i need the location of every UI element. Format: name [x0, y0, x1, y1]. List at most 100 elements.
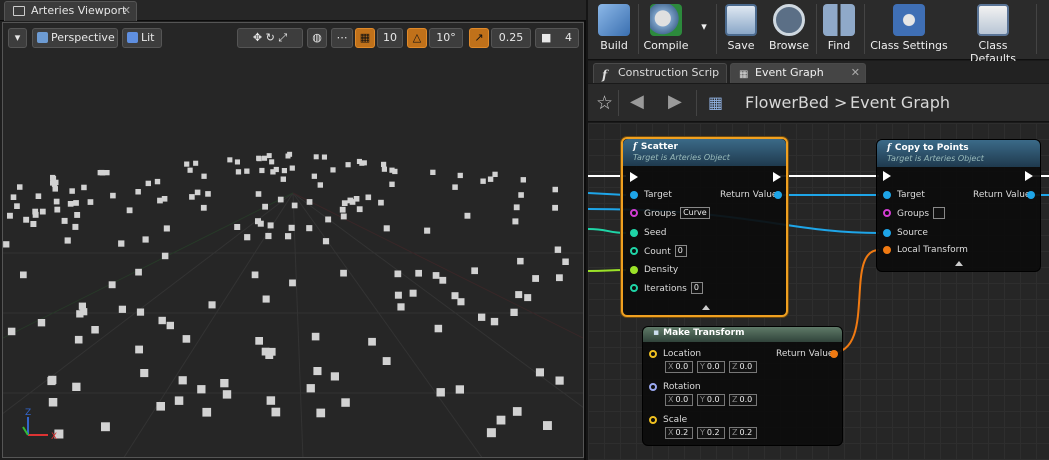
scatter-cube — [382, 357, 391, 365]
save-button[interactable]: Save — [722, 2, 760, 58]
viewport-canvas[interactable]: X Z ▾ Perspective Lit ✥ ↻ ⤢ ◍ ⋯ ▦ 10 △ 1… — [2, 22, 584, 458]
return-value-pin[interactable]: Return Value — [973, 189, 1035, 201]
groups-value-field[interactable]: Curve — [680, 207, 710, 219]
scale-y-field[interactable]: Y 0.2 — [697, 427, 725, 439]
scatter-cube — [554, 246, 562, 253]
event-graph-canvas[interactable]: f Scatter Target is Arteries Object Targe… — [588, 123, 1049, 460]
compile-label: Compile — [643, 39, 689, 52]
copy-to-points-node[interactable]: f Copy to Points Target is Arteries Objec… — [876, 139, 1041, 272]
close-icon[interactable]: ✕ — [851, 64, 860, 82]
browse-button[interactable]: Browse — [766, 2, 812, 58]
int-pin-ring — [630, 284, 638, 292]
breadcrumb-blueprint[interactable]: FlowerBed — [745, 93, 829, 112]
scatter-cube — [35, 193, 42, 199]
grid-snap-toggle[interactable]: ▦ — [355, 28, 375, 48]
seed-pin[interactable]: Seed — [630, 227, 667, 239]
build-button[interactable]: Build — [594, 2, 634, 58]
world-space-button[interactable]: ◍ — [307, 28, 327, 48]
scatter-cube — [184, 161, 190, 167]
groups-pin-label: Groups — [897, 208, 930, 219]
compile-button[interactable]: Compile — [642, 2, 690, 58]
tab-arteries-viewport[interactable]: Arteries Viewport ✕ — [4, 1, 137, 21]
scatter-cube — [135, 189, 141, 195]
scatter-cube — [265, 232, 272, 240]
chevron-down-icon: ▾ — [701, 20, 707, 33]
float-pin-dot — [630, 266, 638, 274]
rotation-x-field[interactable]: X 0.0 — [665, 394, 693, 406]
rotation-pin-label: Rotation — [663, 382, 701, 392]
density-pin[interactable]: Density — [630, 264, 678, 276]
scale-z-field[interactable]: Z 0.2 — [729, 427, 757, 439]
event-graph-icon: ▦ — [739, 69, 749, 80]
groups-pin[interactable]: Groups Curve — [630, 207, 710, 220]
target-pin[interactable]: Target — [630, 189, 672, 201]
tab-event-graph[interactable]: ▦ Event Graph ✕ — [730, 63, 866, 83]
tab-construction-script[interactable]: f Construction Scrip — [593, 63, 727, 83]
exec-input-pin[interactable] — [630, 172, 638, 182]
surface-snap-button[interactable]: ⋯ — [331, 28, 353, 48]
scale-snap-value[interactable]: 0.25 — [491, 28, 531, 48]
scatter-cube — [126, 207, 133, 214]
source-pin[interactable]: Source — [883, 227, 928, 239]
target-pin-label: Target — [644, 190, 672, 200]
rotation-pin[interactable]: Rotation — [649, 381, 701, 393]
object-pin-dot — [1027, 191, 1035, 199]
scatter-cube — [480, 178, 486, 184]
make-transform-node[interactable]: ▪ Make Transform Return Value Location X0… — [642, 326, 843, 446]
scatter-cube — [78, 302, 86, 310]
groups-pin[interactable]: Groups — [883, 207, 946, 220]
rotation-y-field[interactable]: Y 0.0 — [697, 394, 725, 406]
lit-button[interactable]: Lit — [122, 28, 162, 48]
scatter-cube — [255, 337, 263, 345]
perspective-button[interactable]: Perspective — [32, 28, 118, 48]
scatter-cube — [3, 241, 10, 248]
scale-icon[interactable]: ⤢ — [278, 31, 287, 44]
close-icon[interactable]: ✕ — [122, 2, 131, 20]
exec-input-pin[interactable] — [883, 171, 891, 181]
location-pin[interactable]: Location — [649, 348, 701, 360]
collapse-arrow-icon[interactable] — [955, 261, 963, 266]
scatter-node[interactable]: f Scatter Target is Arteries Object Targe… — [621, 137, 788, 317]
scatter-cube — [555, 376, 564, 385]
return-value-pin[interactable]: Return Value — [776, 348, 838, 360]
rotation-z-field[interactable]: Z 0.0 — [729, 394, 757, 406]
class-defaults-button[interactable]: Class Defaults — [954, 2, 1032, 65]
local-transform-pin[interactable]: Local Transform — [883, 244, 968, 256]
rotate-icon[interactable]: ↻ — [266, 31, 275, 44]
count-pin[interactable]: Count 0 — [630, 245, 687, 258]
groups-value-field[interactable] — [933, 207, 946, 219]
scatter-cube — [270, 169, 276, 175]
collapse-arrow-icon[interactable] — [702, 305, 710, 310]
breadcrumb-graph[interactable]: Event Graph — [850, 93, 950, 112]
scale-snap-toggle[interactable]: ↗ — [469, 28, 489, 48]
scatter-cube — [313, 367, 322, 376]
rotation-snap-toggle[interactable]: △ — [407, 28, 427, 48]
target-pin[interactable]: Target — [883, 189, 925, 201]
viewport-options-button[interactable]: ▾ — [8, 28, 27, 48]
exec-output-pin[interactable] — [773, 172, 781, 182]
location-y-field[interactable]: Y 0.0 — [697, 361, 725, 373]
transform-mode-group[interactable]: ✥ ↻ ⤢ — [237, 28, 303, 48]
scale-x-field[interactable]: X 0.2 — [665, 427, 693, 439]
location-z-field[interactable]: Z 0.0 — [729, 361, 757, 373]
iterations-pin[interactable]: Iterations 0 — [630, 282, 703, 295]
scale-pin[interactable]: Scale — [649, 414, 687, 426]
back-arrow-icon[interactable]: ◀ — [630, 91, 644, 112]
iterations-value-field[interactable]: 0 — [690, 282, 703, 294]
scatter-cube — [61, 217, 68, 224]
star-icon[interactable]: ☆ — [596, 92, 613, 114]
exec-output-pin[interactable] — [1025, 171, 1033, 181]
location-x-field[interactable]: X 0.0 — [665, 361, 693, 373]
translate-icon[interactable]: ✥ — [253, 31, 262, 44]
grid-snap-value[interactable]: 10 — [377, 28, 403, 48]
class-settings-button[interactable]: Class Settings — [868, 2, 950, 58]
copy-to-points-node-title: Copy to Points — [894, 143, 969, 153]
find-button[interactable]: Find — [820, 2, 858, 58]
scatter-cube — [163, 225, 170, 232]
forward-arrow-icon[interactable]: ▶ — [668, 91, 682, 112]
rotation-snap-value[interactable]: 10° — [429, 28, 463, 48]
return-value-pin[interactable]: Return Value — [720, 189, 782, 201]
breadcrumb-separator: > — [834, 93, 848, 112]
camera-speed-button[interactable]: ■ 4 — [535, 28, 579, 48]
count-value-field[interactable]: 0 — [674, 245, 687, 257]
